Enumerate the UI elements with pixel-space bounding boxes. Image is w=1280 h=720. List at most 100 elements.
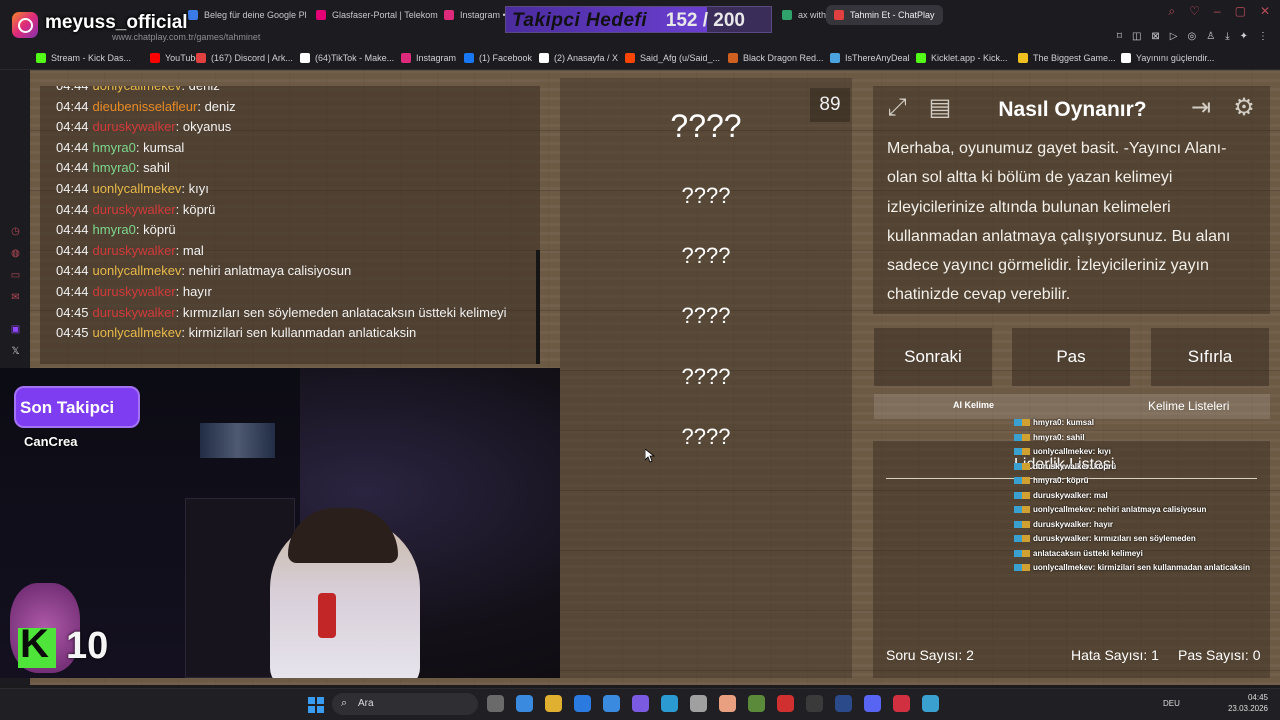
chat-icon[interactable]: ▭: [10, 270, 21, 281]
taskbar-app-icon[interactable]: [661, 695, 678, 712]
next-button[interactable]: Sonraki: [874, 328, 992, 386]
bookmark-item[interactable]: (64)TikTok - Make...: [300, 53, 394, 63]
chat-username[interactable]: uonlycallmekev: [93, 263, 182, 278]
bookmark-item[interactable]: IsThereAnyDeal: [830, 53, 910, 63]
exit-icon[interactable]: ⇥: [1186, 93, 1216, 123]
bookmark-item[interactable]: YouTube: [150, 53, 200, 63]
browser-tab[interactable]: Beleg für deine Google Pl: [188, 6, 307, 24]
taskbar-app-icon[interactable]: [516, 695, 533, 712]
clock-time: 04:45: [1247, 693, 1268, 702]
taskbar-app-icon[interactable]: [545, 695, 562, 712]
chat-username[interactable]: duruskywalker: [93, 202, 176, 217]
menu-icon[interactable]: ⋮: [1258, 31, 1268, 42]
taskbar-app-icon[interactable]: [806, 695, 823, 712]
chat-text: kıyı: [188, 181, 209, 196]
chat-text: deniz: [189, 86, 220, 93]
chat-username[interactable]: duruskywalker: [93, 305, 176, 320]
messenger-icon[interactable]: ◍: [10, 248, 21, 259]
search-icon[interactable]: ⌕: [1168, 4, 1175, 19]
taskbar-app-icon[interactable]: [719, 695, 736, 712]
maximize-icon[interactable]: ▢: [1235, 4, 1246, 19]
minimize-icon[interactable]: –: [1214, 4, 1221, 19]
taskbar-app-icon[interactable]: [922, 695, 939, 712]
extension-icon[interactable]: ◎: [1187, 31, 1196, 42]
box-icon[interactable]: ⊠: [1151, 31, 1159, 42]
word-lists-button[interactable]: Kelime Listeleri: [1148, 399, 1229, 413]
taskbar-app-icon[interactable]: [690, 695, 707, 712]
bookmark-item[interactable]: (167) Discord | Ark...: [196, 53, 293, 63]
taskbar-app-icon[interactable]: [864, 695, 881, 712]
bookmark-item[interactable]: (1) Facebook: [464, 53, 532, 63]
overlay-chat-text: hmyra0: sahil: [1033, 432, 1085, 442]
bookmark-item[interactable]: Instagram: [401, 53, 456, 63]
chat-username[interactable]: hmyra0: [93, 160, 136, 175]
pass-button[interactable]: Pas: [1012, 328, 1130, 386]
taskbar-app-icon[interactable]: [893, 695, 910, 712]
ai-word-button[interactable]: AI Kelime: [953, 400, 994, 410]
chat-username[interactable]: dieubenisselafleur: [93, 99, 198, 114]
bookmark-item[interactable]: Said_Afg (u/Said_...: [625, 53, 720, 63]
chat-panel: 04:44 uonlycallmekev: deniz 04:44 dieubenis…: [40, 86, 540, 364]
twitch-icon[interactable]: ▣: [10, 324, 21, 335]
bookmark-item[interactable]: (2) Anasayfa / X: [539, 53, 618, 63]
chat-message: 04:44 hmyra0: köprü: [56, 222, 176, 237]
bookmark-item[interactable]: Stream - Kick Das...: [36, 53, 131, 63]
chat-message: 04:44 uonlycallmekev: nehiri anlatmaya ca…: [56, 263, 351, 278]
chat-username[interactable]: hmyra0: [93, 140, 136, 155]
heart-icon[interactable]: ♡: [1189, 4, 1200, 19]
taskbar-app-icon[interactable]: [487, 695, 504, 712]
taskbar-app-icon[interactable]: [603, 695, 620, 712]
chat-message: 04:44 duruskywalker: mal: [56, 243, 204, 258]
bookmark-icon[interactable]: ⌑: [1117, 31, 1122, 42]
windows-start-icon[interactable]: [308, 697, 324, 713]
questions-value: 2: [966, 647, 974, 663]
mouse-cursor-icon: [645, 449, 655, 463]
document-icon[interactable]: ▤: [925, 93, 955, 123]
mail-icon[interactable]: ✉: [10, 292, 21, 303]
taskbar-search[interactable]: [332, 693, 478, 715]
overlay-chat-line: duruskywalker: köprü: [1014, 462, 1116, 471]
chat-username[interactable]: uonlycallmekev: [93, 86, 182, 93]
fullscreen-icon[interactable]: ⤢: [882, 93, 912, 123]
taskbar-app-icon[interactable]: [632, 695, 649, 712]
history-icon[interactable]: ◷: [10, 226, 21, 237]
settings-gear-icon[interactable]: ⚙: [1229, 93, 1259, 123]
browser-tab[interactable]: Glasfaser-Portal | Telekom: [316, 6, 438, 24]
taskbar-app-icon[interactable]: [835, 695, 852, 712]
browser-tab[interactable]: Instagram •: [444, 6, 506, 24]
close-icon[interactable]: ✕: [1260, 4, 1270, 19]
bookmark-item[interactable]: Kicklet.app - Kick...: [916, 53, 1008, 63]
taskbar-app-icon[interactable]: [777, 695, 794, 712]
last-follower-label: Son Takipci: [20, 398, 115, 417]
taskbar-search-text[interactable]: Ara: [358, 698, 374, 709]
chat-username[interactable]: uonlycallmekev: [93, 181, 182, 196]
overlay-chat-line: hmyra0: kumsal: [1014, 418, 1094, 427]
bookmark-favicon-icon: [401, 53, 411, 63]
chat-username[interactable]: duruskywalker: [93, 243, 176, 258]
camera-icon[interactable]: ◫: [1132, 31, 1141, 42]
download-icon[interactable]: ⤓: [1225, 31, 1229, 42]
chat-colon: :: [175, 201, 183, 217]
passes-value: 0: [1252, 647, 1261, 663]
chat-scrollbar[interactable]: [536, 250, 540, 364]
system-clock[interactable]: 04:45 23.03.2026: [1228, 692, 1268, 714]
chat-username[interactable]: duruskywalker: [93, 284, 176, 299]
bookmark-item[interactable]: The Biggest Game...: [1018, 53, 1116, 63]
reset-button[interactable]: Sıfırla: [1151, 328, 1269, 386]
bookmark-item[interactable]: Black Dragon Red...: [728, 53, 824, 63]
bookmark-item[interactable]: Yayınını güçlendir...: [1121, 53, 1214, 63]
chat-username[interactable]: duruskywalker: [93, 119, 176, 134]
browser-tab[interactable]: Tahmin Et - ChatPlay: [826, 5, 943, 25]
tab-label: Glasfaser-Portal | Telekom: [332, 10, 438, 20]
keyboard-language[interactable]: DEU: [1163, 699, 1180, 708]
x-icon[interactable]: 𝕏: [10, 346, 21, 357]
profile-icon[interactable]: ♙: [1206, 31, 1215, 42]
taskbar-app-icon[interactable]: [748, 695, 765, 712]
play-icon[interactable]: ▷: [1170, 31, 1178, 42]
chat-username[interactable]: hmyra0: [93, 222, 136, 237]
taskbar-app-icon[interactable]: [574, 695, 591, 712]
ai-icon[interactable]: ✦: [1240, 31, 1248, 42]
chat-username[interactable]: uonlycallmekev: [93, 325, 182, 340]
bookmark-favicon-icon: [36, 53, 46, 63]
bookmark-favicon-icon: [728, 53, 738, 63]
